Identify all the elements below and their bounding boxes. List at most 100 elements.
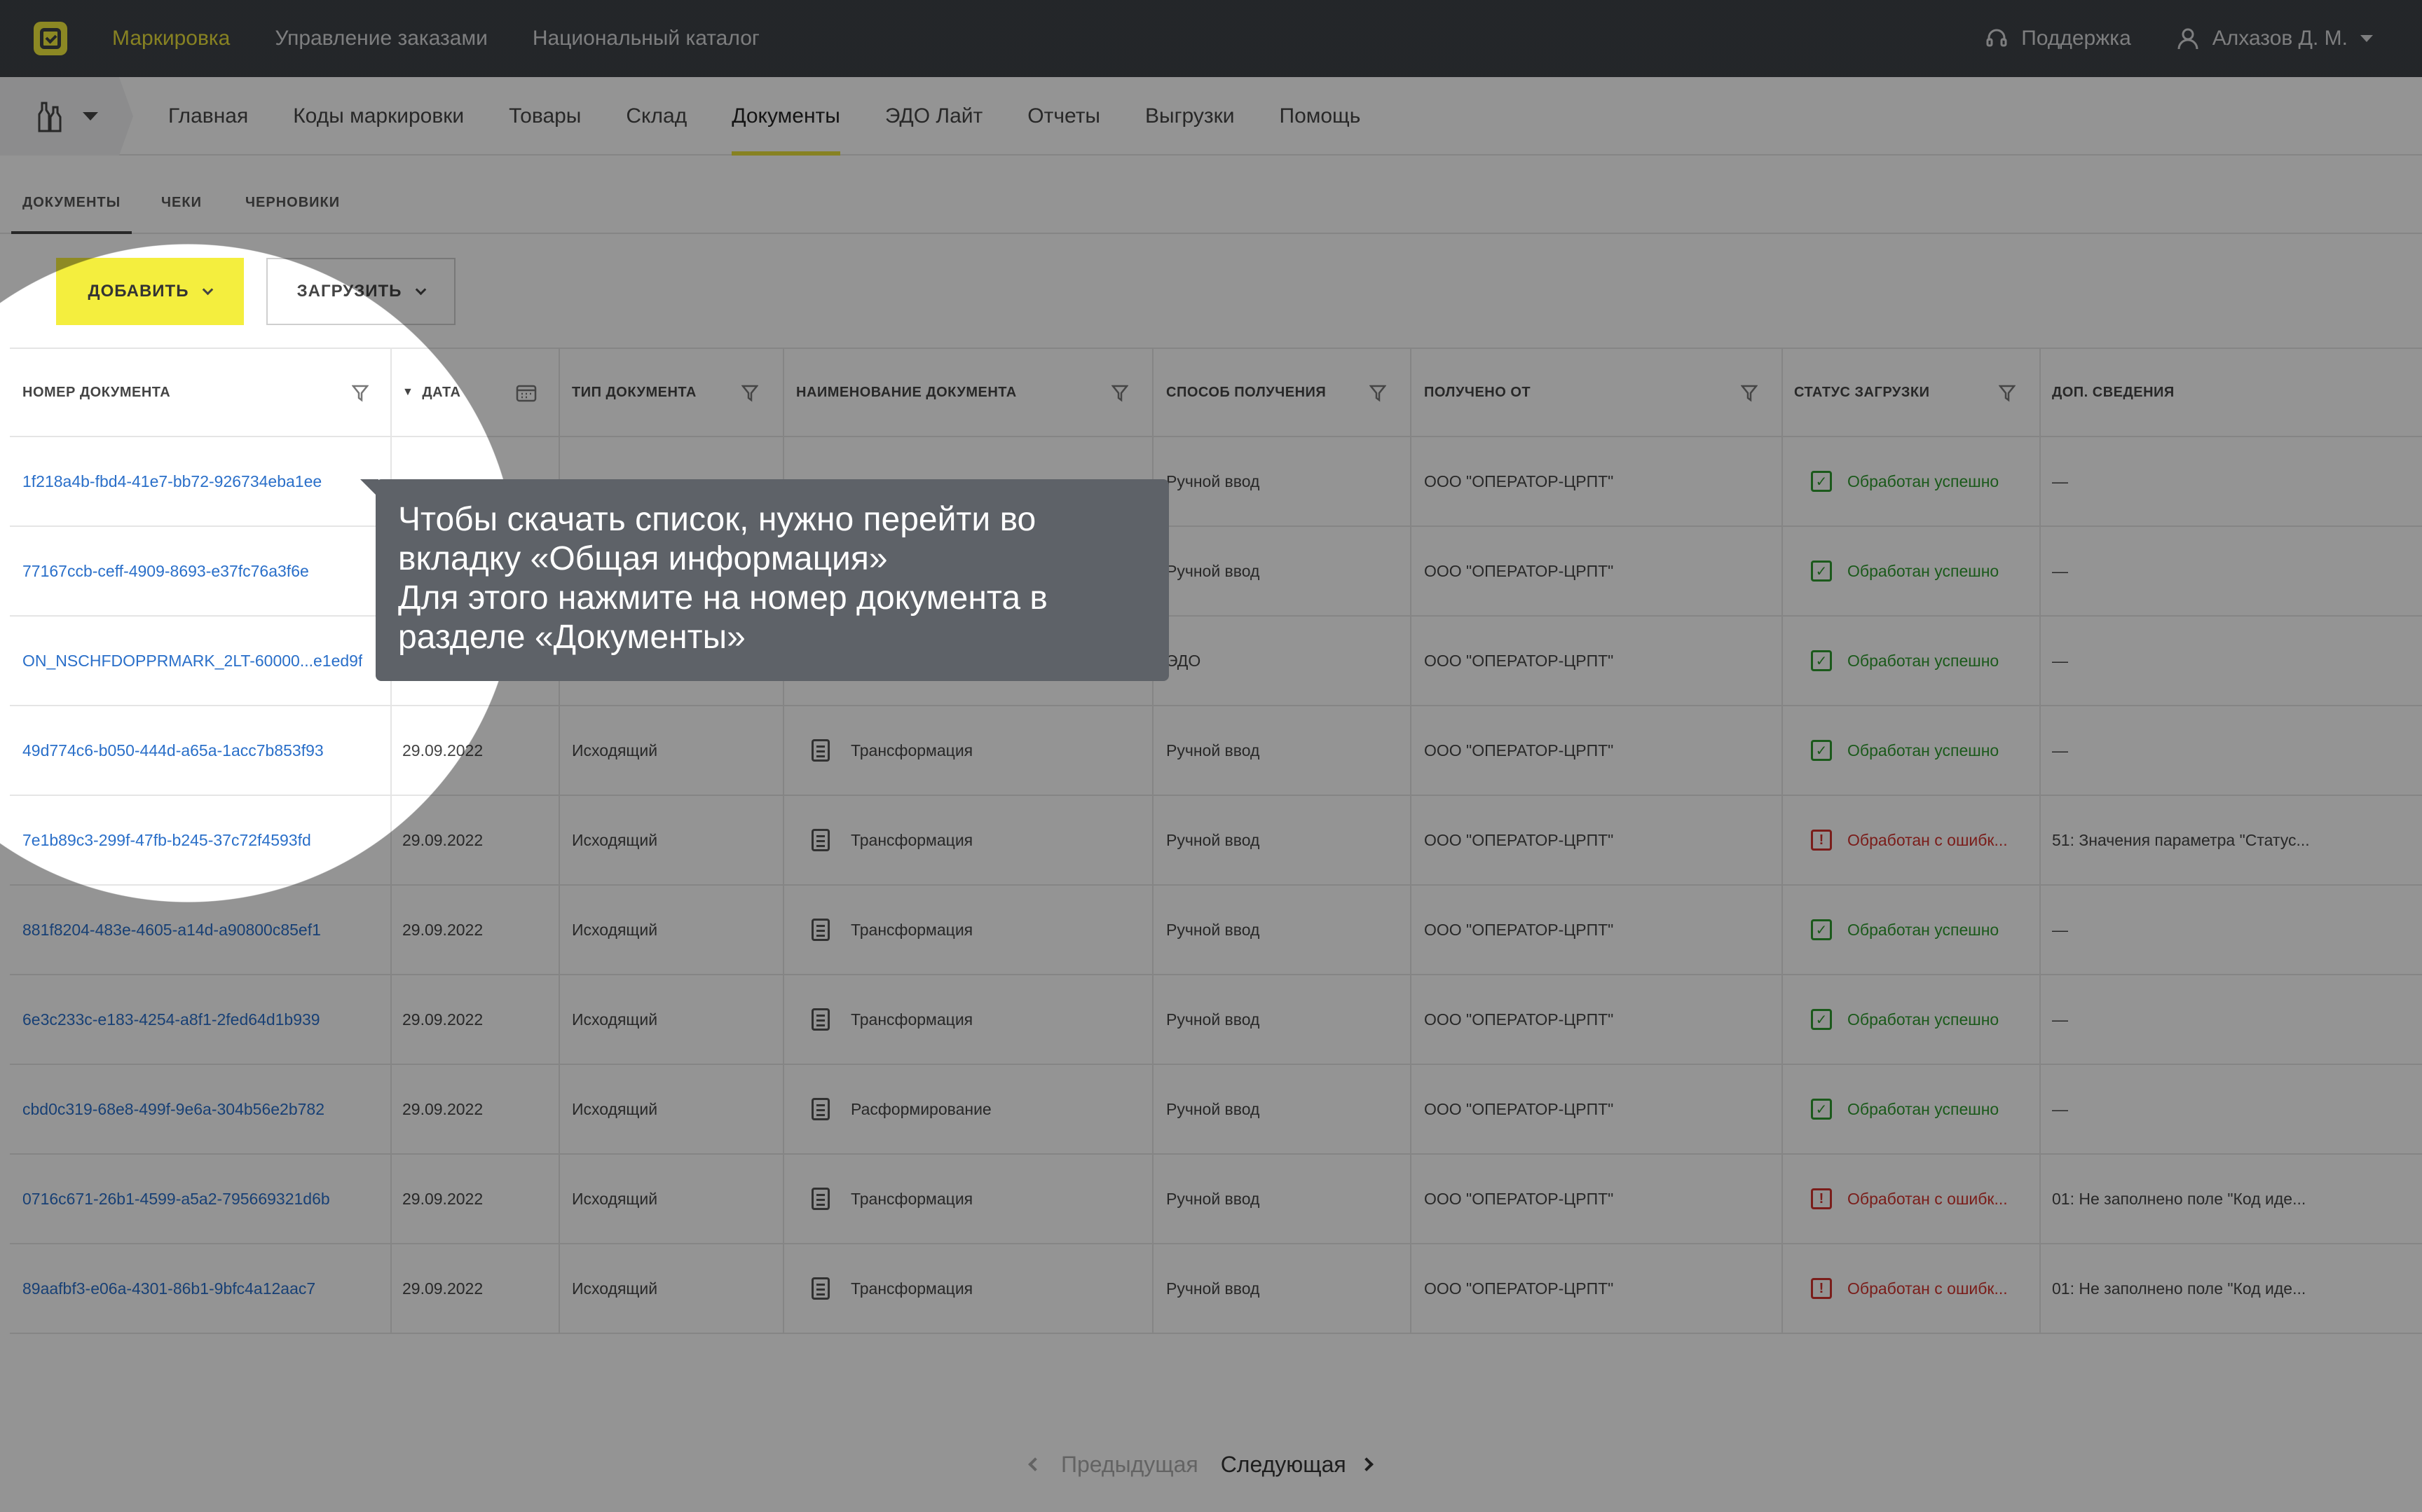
- logo-icon[interactable]: [34, 22, 67, 55]
- filter-icon[interactable]: [1111, 384, 1128, 402]
- upload-button[interactable]: ЗАГРУЗИТЬ: [266, 258, 456, 325]
- nav-exports[interactable]: Выгрузки: [1145, 77, 1235, 156]
- user-icon: [2177, 28, 2198, 50]
- cell-document-number-text[interactable]: 881f8204-483e-4605-a14d-a90800c85ef1: [22, 921, 321, 940]
- cell-document-number-text[interactable]: 77167ccb-ceff-4909-8693-e37fc76a3f6e: [22, 562, 309, 581]
- top-nav-marking[interactable]: Маркировка: [112, 27, 230, 50]
- column-header-name[interactable]: НАИМЕНОВАНИЕ ДОКУМЕНТА: [796, 349, 1017, 436]
- calendar-icon[interactable]: [516, 384, 537, 402]
- nav-help[interactable]: Помощь: [1280, 77, 1361, 156]
- cell-document-number-text[interactable]: 89aafbf3-e06a-4301-86b1-9bfc4a12aac7: [22, 1279, 315, 1298]
- cell-from-text: ООО "ОПЕРАТОР-ЦРПТ": [1424, 1189, 1614, 1208]
- next-page-button[interactable]: Следующая: [1221, 1452, 1374, 1478]
- tab-documents[interactable]: ДОКУМЕНТЫ: [11, 157, 132, 234]
- column-header-type[interactable]: ТИП ДОКУМЕНТА: [572, 349, 697, 436]
- table-row: 881f8204-483e-4605-a14d-a90800c85ef1 29.0…: [10, 886, 2422, 975]
- prev-page-button[interactable]: Предыдущая: [1028, 1452, 1198, 1478]
- cell-document-number[interactable]: 7e1b89c3-299f-47fb-b245-37c72f4593fd: [22, 796, 311, 884]
- add-button[interactable]: ДОБАВИТЬ: [56, 258, 244, 325]
- nav-documents[interactable]: Документы: [732, 77, 840, 156]
- cell-status: ✓ Обработан успешно: [1811, 975, 1999, 1064]
- filter-icon[interactable]: [1999, 384, 2016, 402]
- user-menu[interactable]: Алхазов Д. М.: [2176, 27, 2373, 50]
- hint-line: вкладку «Общая информация»: [398, 540, 888, 577]
- cell-document-number-text[interactable]: 49d774c6-b050-444d-a65a-1acc7b853f93: [22, 741, 324, 760]
- cell-document-number[interactable]: ON_NSCHFDOPPRMARK_2LT-60000...e1ed9f: [22, 617, 362, 705]
- cell-method-text: Ручной ввод: [1166, 1189, 1260, 1208]
- cell-from-text: ООО "ОПЕРАТОР-ЦРПТ": [1424, 472, 1614, 490]
- cell-info: —: [2052, 617, 2068, 705]
- cell-document-number[interactable]: 1f218a4b-fbd4-41e7-bb72-926734eba1ee: [22, 437, 322, 525]
- cell-from-text: ООО "ОПЕРАТОР-ЦРПТ": [1424, 561, 1614, 580]
- cell-name-text: Трансформация: [851, 741, 973, 760]
- cell-from-text: ООО "ОПЕРАТОР-ЦРПТ": [1424, 1279, 1614, 1298]
- cell-info-text: 01: Не заполнено поле "Код иде...: [2052, 1279, 2306, 1298]
- cell-from-text: ООО "ОПЕРАТОР-ЦРПТ": [1424, 1010, 1614, 1029]
- org-selector[interactable]: [0, 77, 133, 156]
- nav-goods[interactable]: Товары: [509, 77, 581, 156]
- cell-info: —: [2052, 437, 2068, 525]
- document-icon: [812, 829, 830, 851]
- top-nav-orders[interactable]: Управление заказами: [275, 27, 488, 50]
- cell-status: ✓ Обработан успешно: [1811, 1065, 1999, 1153]
- tab-drafts[interactable]: ЧЕРНОВИКИ: [245, 157, 340, 234]
- top-nav-catalog[interactable]: Национальный каталог: [533, 27, 760, 50]
- cell-type-text: Исходящий: [572, 1010, 658, 1029]
- cell-document-number-text[interactable]: 1f218a4b-fbd4-41e7-bb72-926734eba1ee: [22, 472, 322, 491]
- cell-document-number-text[interactable]: 6e3c233c-e183-4254-a8f1-2fed64d1b939: [22, 1010, 320, 1029]
- cell-document-number-text[interactable]: ON_NSCHFDOPPRMARK_2LT-60000...e1ed9f: [22, 652, 362, 671]
- table-header: НОМЕР ДОКУМЕНТА ▼ ДАТА ТИП ДОКУМЕНТА НАИМ…: [10, 348, 2422, 437]
- column-header-number[interactable]: НОМЕР ДОКУМЕНТА: [22, 349, 170, 436]
- cell-type-text: Исходящий: [572, 920, 658, 939]
- cell-status-text: Обработан успешно: [1847, 561, 1999, 580]
- column-header-method[interactable]: СПОСОБ ПОЛУЧЕНИЯ: [1166, 349, 1326, 436]
- cell-document-number-text[interactable]: 0716c671-26b1-4599-a5a2-795669321d6b: [22, 1190, 330, 1209]
- column-header-date[interactable]: ▼ ДАТА: [402, 349, 460, 436]
- cell-document-number[interactable]: 77167ccb-ceff-4909-8693-e37fc76a3f6e: [22, 527, 309, 615]
- cell-document-number[interactable]: 881f8204-483e-4605-a14d-a90800c85ef1: [22, 886, 321, 974]
- alert-square-icon: !: [1811, 830, 1832, 851]
- nav-reports[interactable]: Отчеты: [1027, 77, 1100, 156]
- nav-edo-lite[interactable]: ЭДО Лайт: [885, 77, 983, 156]
- bottles-icon: [38, 102, 62, 132]
- cell-type-text: Исходящий: [572, 1099, 658, 1118]
- cell-date: 29.09.2022: [402, 1155, 483, 1243]
- cell-info-text: —: [2052, 1010, 2068, 1029]
- table-row: 0716c671-26b1-4599-a5a2-795669321d6b 29.0…: [10, 1155, 2422, 1244]
- cell-from-text: ООО "ОПЕРАТОР-ЦРПТ": [1424, 920, 1614, 939]
- cell-name: Трансформация: [812, 1244, 973, 1333]
- tab-receipts[interactable]: ЧЕКИ: [161, 157, 202, 234]
- cell-document-number[interactable]: 89aafbf3-e06a-4301-86b1-9bfc4a12aac7: [22, 1244, 315, 1333]
- cell-document-number-text[interactable]: 7e1b89c3-299f-47fb-b245-37c72f4593fd: [22, 831, 311, 850]
- cell-name-text: Трансформация: [851, 920, 973, 939]
- cell-document-number[interactable]: cbd0c319-68e8-499f-9e6a-304b56e2b782: [22, 1065, 324, 1153]
- cell-info-text: —: [2052, 651, 2068, 670]
- cell-method-text: ЭДО: [1166, 651, 1201, 670]
- cell-from: ООО "ОПЕРАТОР-ЦРПТ": [1424, 706, 1613, 795]
- column-header-status[interactable]: СТАТУС ЗАГРУЗКИ: [1794, 349, 1929, 436]
- filter-icon[interactable]: [1741, 384, 1758, 402]
- cell-document-number[interactable]: 6e3c233c-e183-4254-a8f1-2fed64d1b939: [22, 975, 320, 1064]
- cell-document-number[interactable]: 0716c671-26b1-4599-a5a2-795669321d6b: [22, 1155, 330, 1243]
- support-link[interactable]: Поддержка: [1985, 27, 2131, 50]
- filter-icon[interactable]: [352, 384, 369, 402]
- filter-icon[interactable]: [1369, 384, 1386, 402]
- nav-codes[interactable]: Коды маркировки: [293, 77, 464, 156]
- cell-status-text: Обработан успешно: [1847, 1010, 1999, 1029]
- cell-name: Трансформация: [812, 796, 973, 884]
- cell-document-number-text[interactable]: cbd0c319-68e8-499f-9e6a-304b56e2b782: [22, 1100, 324, 1119]
- cell-date-text: 29.09.2022: [402, 1279, 484, 1298]
- column-header-from[interactable]: ПОЛУЧЕНО ОТ: [1424, 349, 1531, 436]
- chevron-down-icon: [203, 284, 214, 295]
- document-icon: [812, 1008, 830, 1031]
- cell-from: ООО "ОПЕРАТОР-ЦРПТ": [1424, 796, 1613, 884]
- nav-home[interactable]: Главная: [168, 77, 248, 156]
- cell-document-number[interactable]: 49d774c6-b050-444d-a65a-1acc7b853f93: [22, 706, 324, 795]
- cell-name-text: Трансформация: [851, 1279, 973, 1298]
- table-row: ON_NSCHFDOPPRMARK_2LT-60000...e1ed9f ЭДО О…: [10, 617, 2422, 706]
- cell-name: Трансформация: [812, 975, 973, 1064]
- nav-warehouse[interactable]: Склад: [626, 77, 687, 156]
- chevron-left-icon: [1028, 1457, 1042, 1471]
- check-square-icon: ✓: [1811, 561, 1832, 582]
- filter-icon[interactable]: [741, 384, 758, 402]
